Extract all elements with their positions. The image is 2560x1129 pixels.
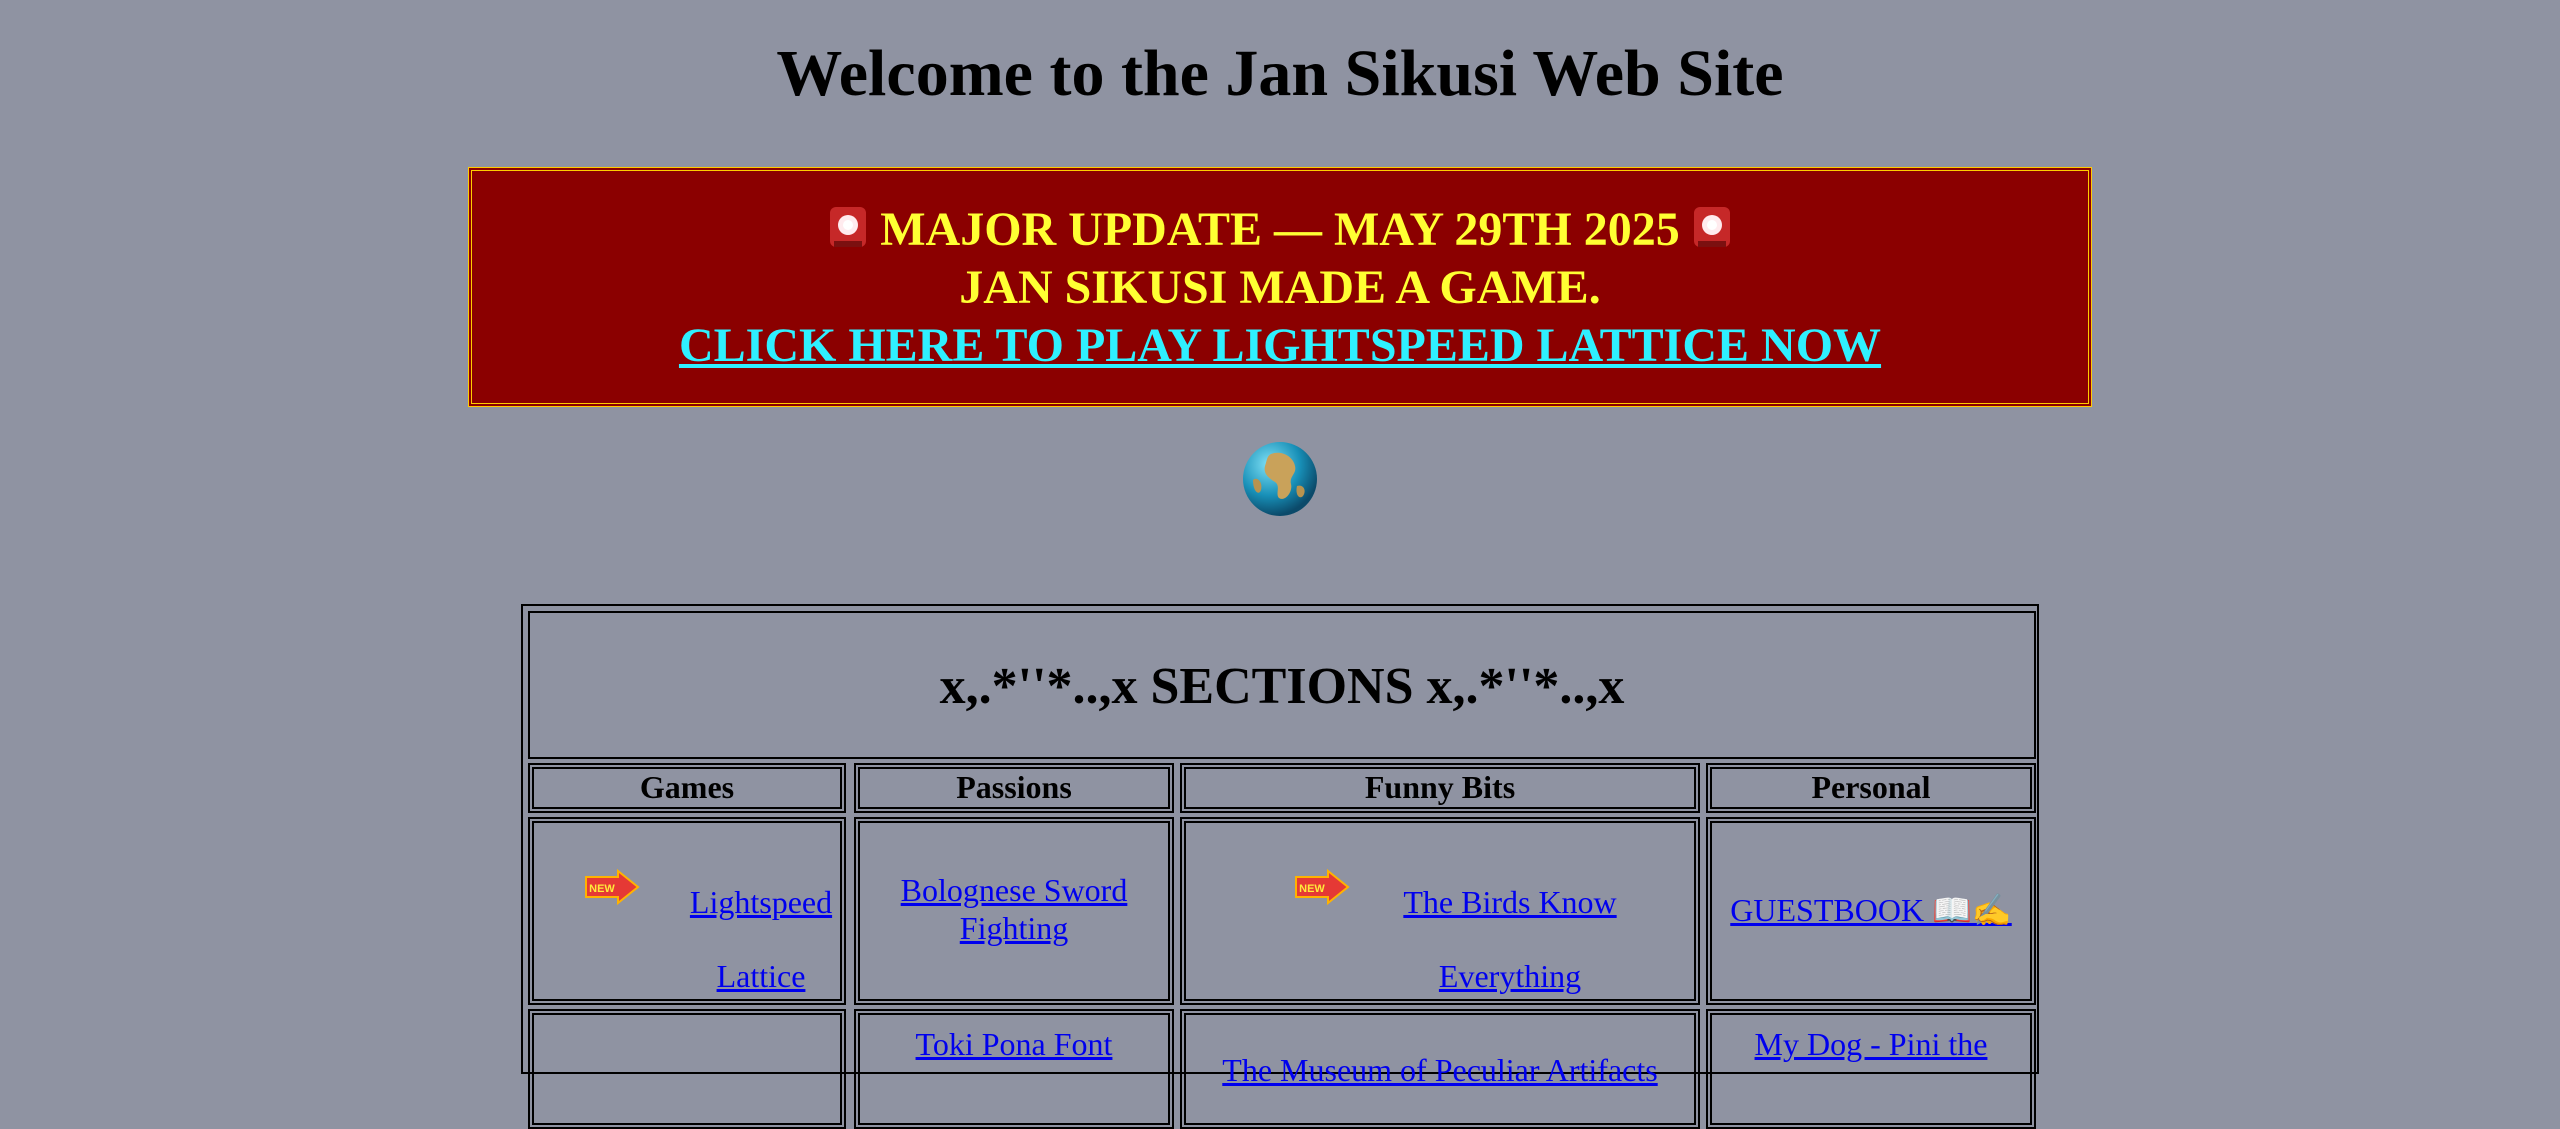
update-banner: MAJOR UPDATE — MAY 29TH 2025 JAN SIKUSI … [468,167,2092,407]
cell-games-1: NEW Lightspeed Lattice [528,817,846,1005]
globe-icon [1243,442,1317,516]
column-header-funny-bits: Funny Bits [1180,763,1700,813]
link-my-dog-pini[interactable]: My Dog - Pini the [1708,1011,2034,1063]
cell-games-2 [528,1009,846,1129]
cell-passions-1: Bolognese Sword Fighting [854,817,1174,1005]
column-header-passions: Passions [854,763,1174,813]
column-header-games: Games [528,763,846,813]
sections-heading: x,.*''*..,x SECTIONS x,.*''*..,x [528,611,2036,759]
link-lightspeed-lattice[interactable]: Lightspeed Lattice [530,865,844,1013]
link-birds-know-everything[interactable]: The Birds Know Everything [1182,865,1698,1013]
link-bolognese-sword-fighting[interactable]: Bolognese Sword Fighting [856,819,1172,947]
sections-table: x,.*''*..,x SECTIONS x,.*''*..,x Games P… [521,604,2039,1129]
siren-icon [830,207,867,247]
link-toki-pona-font[interactable]: Toki Pona Font [856,1011,1172,1063]
cell-funny-bits-1: NEW The Birds Know Everything [1180,817,1700,1005]
play-game-link[interactable]: CLICK HERE TO PLAY LIGHTSPEED LATTICE NO… [679,317,1881,375]
cell-personal-1: GUESTBOOK 📖✍️ [1706,817,2036,1005]
link-museum-of-peculiar-artifacts[interactable]: The Museum of Peculiar Artifacts [1182,1011,1698,1089]
page-title: Welcome to the Jan Sikusi Web Site [776,37,1784,110]
siren-icon [1693,207,1730,247]
cell-passions-2: Toki Pona Font [854,1009,1174,1129]
column-header-personal: Personal [1706,763,2036,813]
link-guestbook[interactable]: GUESTBOOK 📖✍️ [1708,819,2034,929]
cell-funny-bits-2: The Museum of Peculiar Artifacts [1180,1009,1700,1129]
banner-headline: MAJOR UPDATE — MAY 29TH 2025 [472,201,2088,259]
banner-line-1: MAJOR UPDATE — MAY 29TH 2025 [880,203,1680,256]
cell-personal-2: My Dog - Pini the [1706,1009,2036,1129]
banner-line-2: JAN SIKUSI MADE A GAME. [959,261,1601,314]
